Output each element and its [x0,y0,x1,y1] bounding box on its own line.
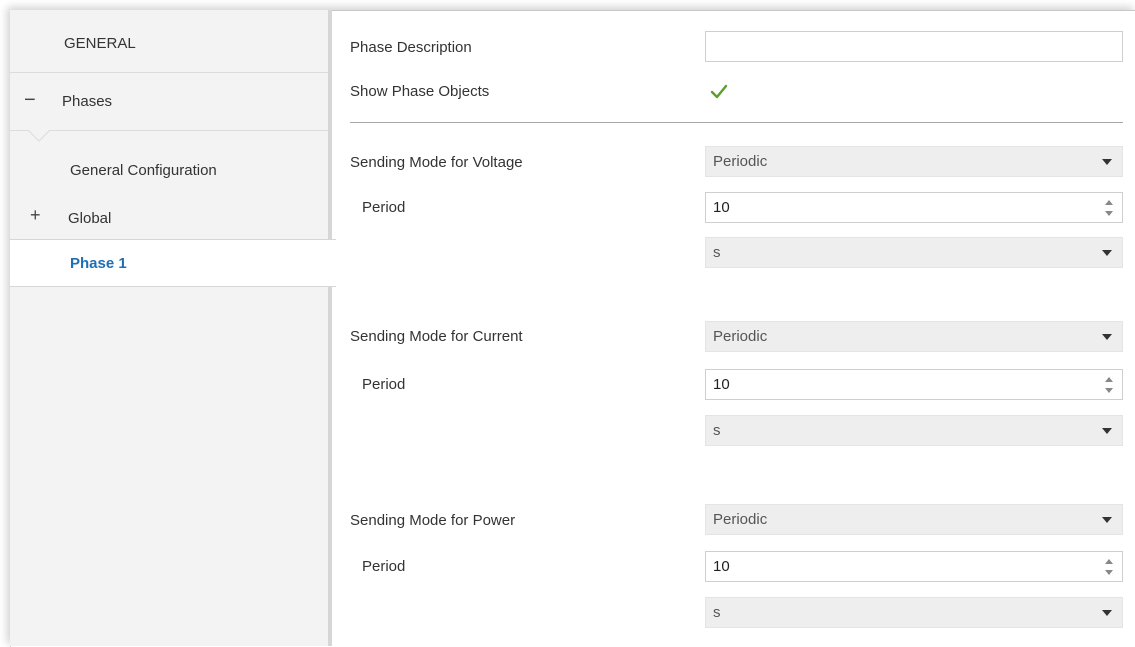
sidebar-item-label: Phases [62,93,113,110]
spinner-down-icon[interactable] [1105,211,1113,216]
sidebar-item-label: Global [68,210,112,227]
show-phase-objects-label: Show Phase Objects [350,83,490,100]
sidebar: GENERAL − Phases General Configuration +… [10,10,336,646]
power-mode-value: Periodic [713,511,768,528]
voltage-period-input[interactable]: 10 [705,192,1123,223]
current-unit-value: s [713,422,721,439]
current-period-value: 10 [713,376,730,393]
section-divider [350,122,1123,123]
plus-icon[interactable]: + [30,205,41,226]
caret-down-icon [1102,334,1112,340]
power-mode-label: Sending Mode for Power [350,512,516,529]
caret-down-icon [1102,250,1112,256]
current-period-label: Period [362,376,406,393]
voltage-unit-select[interactable]: s [705,237,1123,268]
current-mode-label: Sending Mode for Current [350,328,523,345]
sidebar-item-label: GENERAL [64,35,136,52]
checkmark-icon [710,84,728,99]
spinner-up-icon[interactable] [1105,200,1113,205]
current-period-input[interactable]: 10 [705,369,1123,400]
current-mode-value: Periodic [713,328,768,345]
settings-panel: Phase Description Show Phase Objects Sen… [336,10,1135,646]
spinner-down-icon[interactable] [1105,570,1113,575]
caret-down-icon [1102,517,1112,523]
power-unit-value: s [713,604,721,621]
phase-description-input[interactable] [705,31,1123,62]
spinner-up-icon[interactable] [1105,559,1113,564]
voltage-mode-value: Periodic [713,153,768,170]
voltage-unit-value: s [713,244,721,261]
caret-down-icon [1102,159,1112,165]
sidebar-item-phase-1[interactable]: Phase 1 [10,239,336,287]
power-period-value: 10 [713,558,730,575]
voltage-period-value: 10 [713,199,730,216]
power-period-label: Period [362,558,406,575]
minus-icon[interactable]: − [24,90,36,110]
caret-down-icon [1102,610,1112,616]
sidebar-item-general-configuration[interactable]: General Configuration [10,152,328,192]
spinner-down-icon[interactable] [1105,388,1113,393]
sidebar-item-phases[interactable]: − Phases [10,73,328,131]
phase-description-label: Phase Description [350,39,472,56]
voltage-mode-select[interactable]: Periodic [705,146,1123,177]
voltage-period-label: Period [362,199,406,216]
show-phase-objects-checkbox[interactable] [710,82,728,100]
caret-down-icon [1102,428,1112,434]
power-period-input[interactable]: 10 [705,551,1123,582]
sidebar-item-general[interactable]: GENERAL [10,10,328,73]
sidebar-item-global[interactable]: + Global [10,200,328,240]
current-mode-select[interactable]: Periodic [705,321,1123,352]
current-unit-select[interactable]: s [705,415,1123,446]
sidebar-item-label: General Configuration [70,162,217,179]
power-unit-select[interactable]: s [705,597,1123,628]
sidebar-item-label: Phase 1 [70,255,127,272]
spinner-up-icon[interactable] [1105,377,1113,382]
voltage-mode-label: Sending Mode for Voltage [350,154,523,171]
power-mode-select[interactable]: Periodic [705,504,1123,535]
